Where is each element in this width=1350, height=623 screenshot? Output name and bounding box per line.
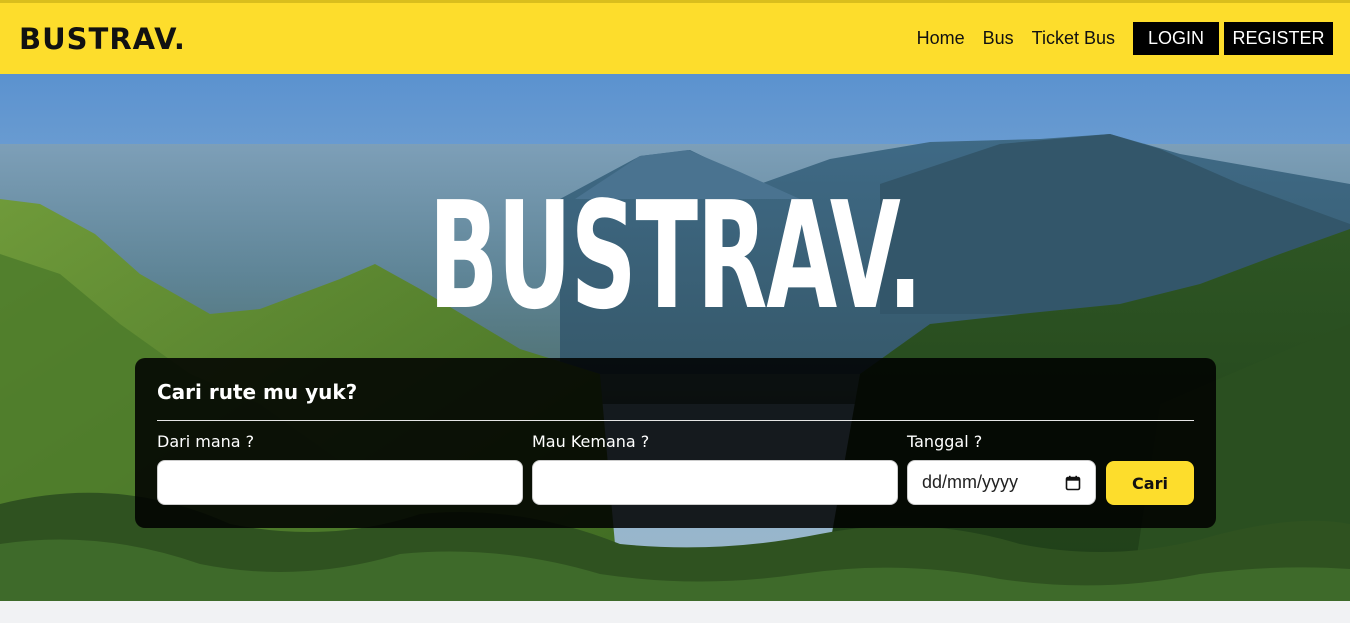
nav-link-ticket-bus[interactable]: Ticket Bus xyxy=(1032,28,1115,49)
login-button[interactable]: LOGIN xyxy=(1133,22,1219,55)
date-placeholder: dd/mm/yyyy xyxy=(922,472,1019,492)
date-label: Tanggal ? xyxy=(907,432,983,451)
from-label: Dari mana ? xyxy=(157,432,255,451)
to-input[interactable] xyxy=(532,460,898,505)
date-input[interactable]: dd/mm/yyyy xyxy=(907,460,1096,505)
nav-link-home[interactable]: Home xyxy=(917,28,965,49)
calendar-icon[interactable] xyxy=(1065,475,1081,491)
to-label: Mau Kemana ? xyxy=(532,432,650,451)
hero-section: BUSTRAV. Cari rute mu yuk? Dari mana ? M… xyxy=(0,74,1350,601)
search-panel: Cari rute mu yuk? Dari mana ? Mau Kemana… xyxy=(135,358,1216,528)
register-button[interactable]: REGISTER xyxy=(1224,22,1333,55)
search-submit-button[interactable]: Cari xyxy=(1106,461,1194,505)
navbar: BUSTRAV. Home Bus Ticket Bus LOGIN REGIS… xyxy=(0,0,1350,74)
panel-divider xyxy=(157,420,1194,421)
hero-title: BUSTRAV. xyxy=(428,170,923,342)
nav-link-bus[interactable]: Bus xyxy=(983,28,1014,49)
from-input[interactable] xyxy=(157,460,523,505)
nav-menu: Home Bus Ticket Bus LOGIN REGISTER xyxy=(917,22,1333,55)
page-bottom-strip xyxy=(0,601,1350,623)
search-panel-title: Cari rute mu yuk? xyxy=(157,380,358,404)
brand-logo[interactable]: BUSTRAV. xyxy=(19,22,186,56)
